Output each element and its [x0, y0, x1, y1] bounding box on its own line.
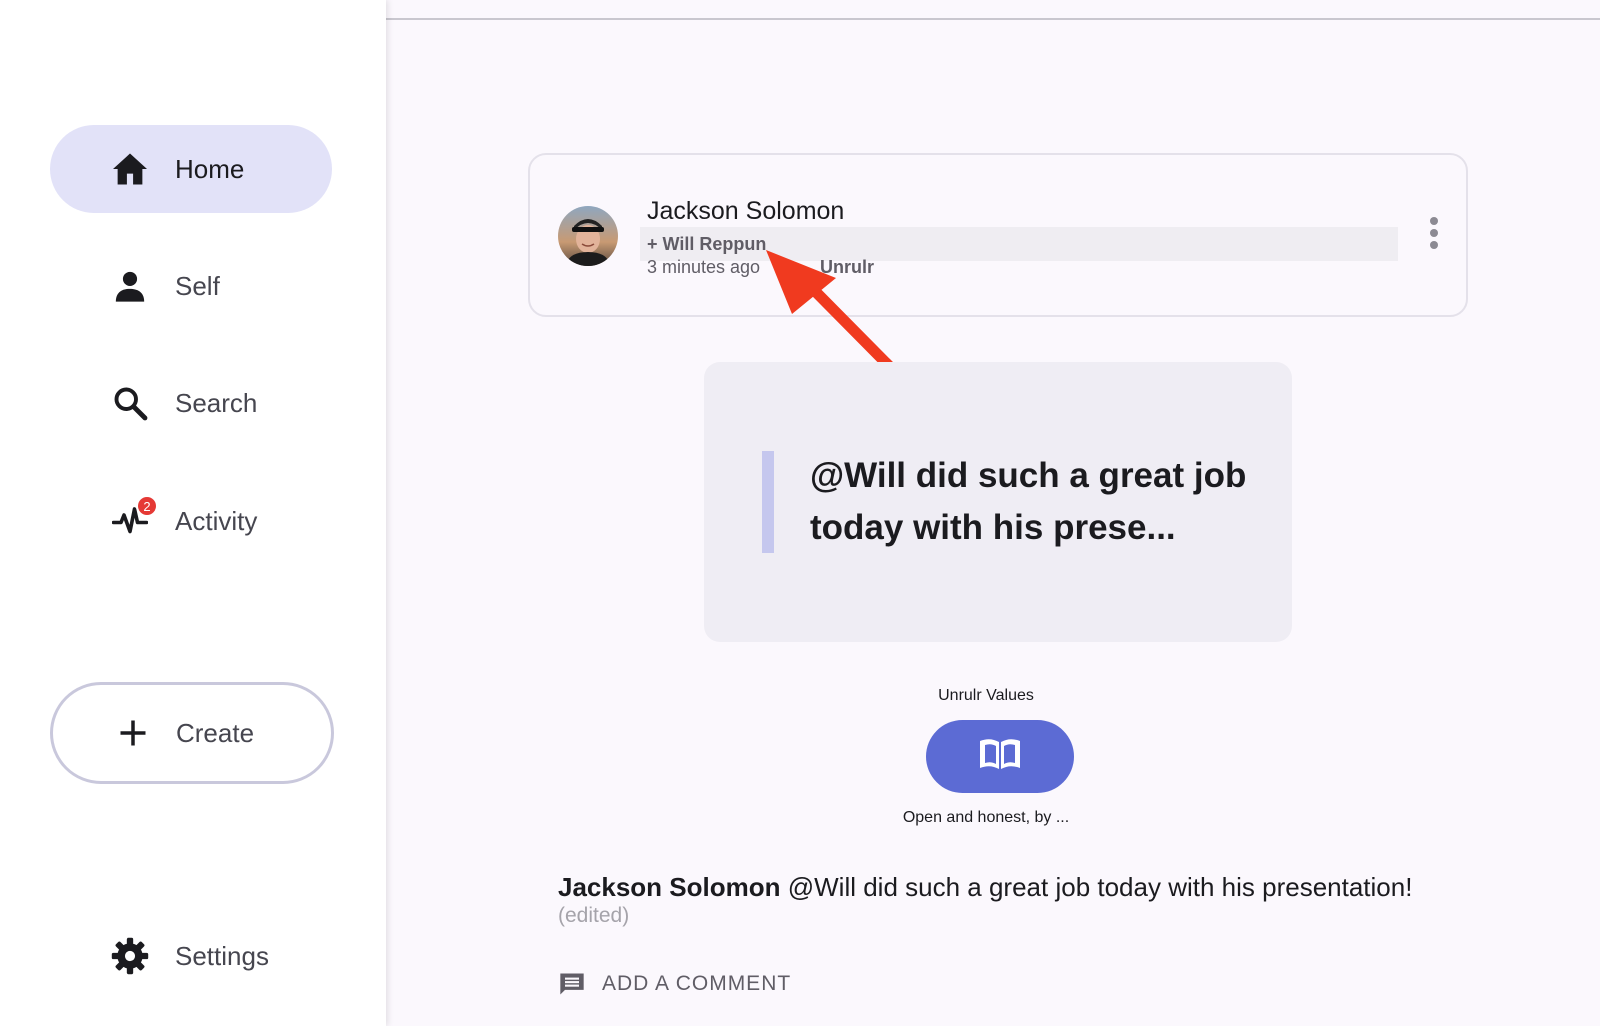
- sidebar-item-self[interactable]: Self: [50, 242, 332, 330]
- activity-icon: 2: [110, 495, 158, 541]
- add-comment-label: ADD A COMMENT: [602, 972, 792, 995]
- quote-text: @Will did such a great job today with hi…: [810, 456, 1247, 547]
- sidebar-item-settings[interactable]: Settings: [50, 912, 332, 1000]
- add-comment-button[interactable]: ADD A COMMENT: [558, 970, 791, 998]
- divider: [386, 18, 1600, 20]
- dot: [1430, 241, 1438, 249]
- values-label: Unrulr Values: [938, 687, 1034, 704]
- post-caption: Jackson Solomon @Will did such a great j…: [558, 872, 1558, 903]
- gear-icon: [110, 936, 150, 976]
- person-icon: [110, 266, 150, 306]
- search-icon: [110, 383, 150, 423]
- more-options-button[interactable]: [1424, 217, 1444, 253]
- sidebar-item-label: Search: [175, 387, 258, 418]
- avatar[interactable]: [558, 206, 618, 266]
- caption-text: @Will did such a great job today with hi…: [787, 872, 1413, 902]
- sidebar-item-label: Activity: [175, 505, 258, 536]
- app-window: Home Self Search 2 Activity Create Setti…: [0, 0, 1600, 1026]
- create-button[interactable]: Create: [50, 682, 334, 784]
- create-label: Create: [176, 718, 255, 748]
- sidebar: Home Self Search 2 Activity Create Setti…: [0, 0, 386, 1026]
- sidebar-item-activity[interactable]: 2 Activity: [50, 477, 332, 565]
- post-timestamp: 3 minutes ago: [647, 257, 761, 277]
- sidebar-item-home[interactable]: Home: [50, 125, 332, 213]
- plus-icon: [113, 713, 153, 753]
- home-icon: [110, 149, 150, 189]
- tagged-user[interactable]: + Will Reppun: [647, 234, 766, 255]
- sidebar-item-label: Home: [175, 153, 245, 184]
- values-caption: Open and honest, by ...: [902, 809, 1070, 826]
- main-content: Jackson Solomon + Will Reppun 3 minutes …: [386, 0, 1600, 1026]
- sidebar-item-search[interactable]: Search: [50, 359, 332, 447]
- comment-icon: [558, 970, 586, 998]
- notification-badge: 2: [136, 495, 158, 517]
- caption-author[interactable]: Jackson Solomon: [558, 872, 781, 902]
- book-icon: [978, 737, 1022, 776]
- author-name[interactable]: Jackson Solomon: [647, 197, 844, 226]
- values-button[interactable]: [926, 720, 1074, 793]
- edited-label: (edited): [558, 904, 630, 927]
- quote-card[interactable]: @Will did such a great job today with hi…: [704, 362, 1292, 642]
- dot: [1430, 229, 1438, 237]
- post-header-card: Jackson Solomon + Will Reppun 3 minutes …: [528, 153, 1468, 317]
- sidebar-item-label: Settings: [175, 940, 269, 971]
- sidebar-item-label: Self: [175, 270, 220, 301]
- quote-bar: [762, 451, 774, 553]
- dot: [1430, 217, 1438, 225]
